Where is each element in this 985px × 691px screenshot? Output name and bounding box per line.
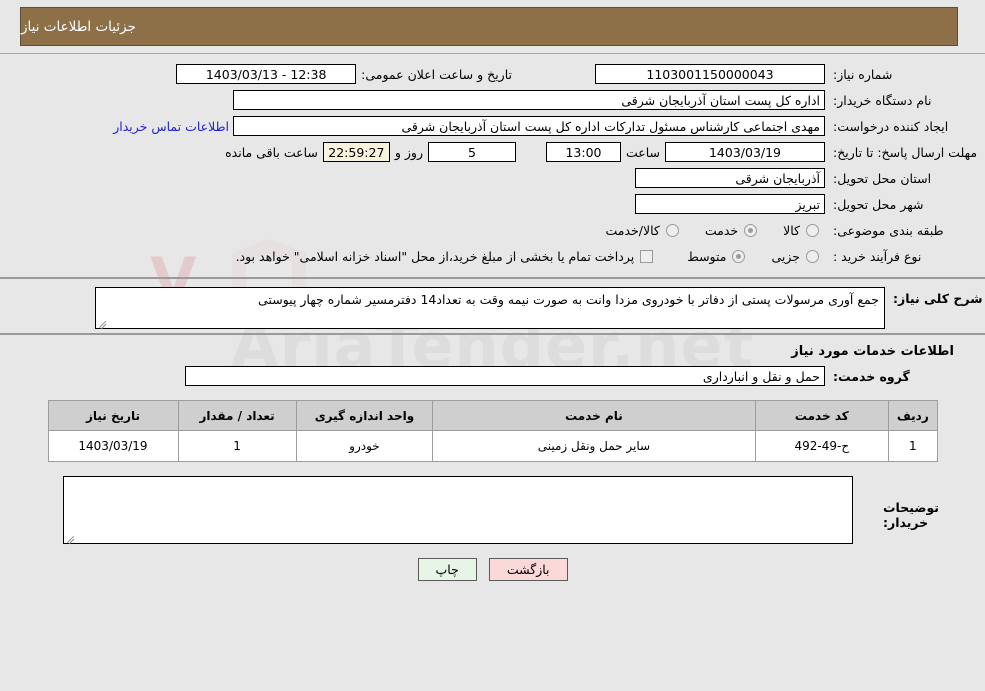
cell-date: 1403/03/19 bbox=[47, 430, 179, 462]
row-province: استان محل تحویل: آذربایجان شرقی bbox=[0, 167, 985, 189]
row-need-number: شماره نیاز: 1103001150000043 تاریخ و ساع… bbox=[0, 63, 985, 85]
description-value: جمع آوری مرسولات پستی از دفاتر با خودروی… bbox=[258, 292, 879, 307]
buyer-org-label: نام دستگاه خریدار: bbox=[833, 92, 932, 108]
back-button[interactable]: بازگشت bbox=[488, 558, 568, 581]
row-category: طبقه بندی موضوعی: کالا خدمت کالا/خدمت bbox=[0, 219, 985, 241]
remaining-suffix-label: ساعت باقی مانده bbox=[225, 144, 318, 160]
resize-grip-icon[interactable] bbox=[98, 317, 108, 327]
radio-category-kala-label: کالا bbox=[783, 222, 800, 238]
province-label: استان محل تحویل: bbox=[833, 170, 932, 186]
radio-category-khedmat-label: خدمت bbox=[704, 222, 739, 238]
print-button[interactable]: چاپ bbox=[417, 558, 477, 581]
row-description: شرح کلی نیاز: جمع آوری مرسولات پستی از د… bbox=[0, 287, 985, 329]
days-unit-label: روز و bbox=[394, 144, 423, 160]
page-root: جزئیات اطلاعات نیاز AriaTender.net V شما… bbox=[0, 0, 985, 691]
col-date: تاریخ نیاز bbox=[47, 400, 179, 431]
radio-category-kala-khedmat-label: کالا/خدمت bbox=[605, 222, 660, 238]
row-buyer-org: نام دستگاه خریدار: اداره کل پست استان آذ… bbox=[0, 89, 985, 111]
province-value: آذربایجان شرقی bbox=[635, 168, 825, 188]
creator-label: ایجاد کننده درخواست: bbox=[833, 118, 949, 134]
radio-process-jozei-label: جزیی bbox=[771, 248, 800, 264]
city-label: شهر محل تحویل: bbox=[833, 196, 924, 212]
services-table: ردیف کد خدمت نام خدمت واحد اندازه گیری ت… bbox=[47, 400, 938, 462]
col-radif: ردیف bbox=[888, 400, 938, 431]
col-quantity: تعداد / مقدار bbox=[177, 400, 297, 431]
cell-name: سایر حمل ونقل زمینی bbox=[432, 430, 756, 462]
checkbox-islamic-treasury[interactable] bbox=[640, 249, 654, 263]
buyer-notes-label: توضیحات خریدار: bbox=[883, 500, 939, 530]
page-title: جزئیات اطلاعات نیاز bbox=[21, 18, 136, 35]
radio-category-kala-khedmat[interactable] bbox=[665, 223, 679, 237]
creator-value: مهدی اجتماعی کارشناس مسئول تدارکات اداره… bbox=[233, 116, 825, 136]
page-header: جزئیات اطلاعات نیاز bbox=[20, 7, 958, 46]
resize-grip-icon-notes[interactable] bbox=[66, 532, 76, 542]
deadline-time: 13:00 bbox=[545, 142, 621, 162]
deadline-date: 1403/03/19 bbox=[665, 142, 825, 162]
need-number-value: 1103001150000043 bbox=[595, 64, 825, 84]
description-label: شرح کلی نیاز: bbox=[893, 291, 983, 306]
radio-category-khedmat[interactable] bbox=[744, 223, 758, 237]
row-process: نوع فرآیند خرید : جزیی متوسط پرداخت تمام… bbox=[0, 245, 985, 267]
cell-code: ح-49-492 bbox=[754, 430, 890, 462]
hour-label: ساعت bbox=[625, 144, 660, 160]
row-deadline: مهلت ارسال پاسخ: تا تاریخ: 1403/03/19 سا… bbox=[0, 141, 985, 163]
service-group-label: گروه خدمت: bbox=[833, 368, 910, 384]
description-textarea[interactable]: جمع آوری مرسولات پستی از دفاتر با خودروی… bbox=[95, 287, 885, 329]
days-remaining: 5 bbox=[427, 142, 516, 162]
announce-value: 12:38 - 1403/03/13 bbox=[176, 64, 357, 84]
announce-label: تاریخ و ساعت اعلان عمومی: bbox=[361, 66, 512, 82]
cell-quantity: 1 bbox=[177, 430, 297, 462]
col-unit: واحد اندازه گیری bbox=[295, 400, 434, 431]
radio-process-motevaset-label: متوسط bbox=[687, 248, 727, 264]
buyer-contact-link[interactable]: اطلاعات تماس خریدار bbox=[109, 119, 233, 134]
cell-unit: خودرو bbox=[295, 430, 434, 462]
need-description-section: شرح کلی نیاز: جمع آوری مرسولات پستی از د… bbox=[0, 279, 985, 335]
radio-process-motevaset[interactable] bbox=[732, 249, 746, 263]
radio-category-kala[interactable] bbox=[806, 223, 819, 237]
city-value: تبریز bbox=[635, 194, 825, 214]
row-creator: ایجاد کننده درخواست: مهدی اجتماعی کارشنا… bbox=[0, 115, 985, 137]
buyer-notes-textarea[interactable] bbox=[63, 476, 853, 544]
process-label: نوع فرآیند خرید : bbox=[833, 248, 922, 264]
form-panel: شماره نیاز: 1103001150000043 تاریخ و ساع… bbox=[0, 53, 985, 581]
category-label: طبقه بندی موضوعی: bbox=[833, 222, 944, 238]
table-row: 1 ح-49-492 سایر حمل ونقل زمینی خودرو 1 1… bbox=[47, 430, 938, 462]
time-remaining: 22:59:27 bbox=[322, 142, 390, 162]
row-service-group: گروه خدمت: حمل و نقل و انبارداری bbox=[0, 366, 985, 392]
col-code: کد خدمت bbox=[754, 400, 890, 431]
services-section: اطلاعات خدمات مورد نیاز گروه خدمت: حمل و… bbox=[0, 335, 985, 462]
buyer-org-value: اداره کل پست استان آذربایجان شرقی bbox=[233, 90, 825, 110]
action-buttons: بازگشت چاپ bbox=[0, 544, 985, 581]
buyer-notes-section: توضیحات خریدار: bbox=[0, 462, 985, 544]
row-city: شهر محل تحویل: تبریز bbox=[0, 193, 985, 215]
need-info-section: شماره نیاز: 1103001150000043 تاریخ و ساع… bbox=[0, 53, 985, 279]
deadline-label: مهلت ارسال پاسخ: تا تاریخ: bbox=[833, 144, 978, 160]
checkbox-islamic-treasury-label: پرداخت تمام یا بخشی از مبلغ خرید،از محل … bbox=[235, 248, 635, 264]
services-section-title: اطلاعات خدمات مورد نیاز bbox=[791, 344, 954, 359]
radio-process-jozei[interactable] bbox=[806, 249, 819, 263]
col-name: نام خدمت bbox=[432, 400, 756, 431]
cell-radif: 1 bbox=[888, 430, 938, 462]
table-header-row: ردیف کد خدمت نام خدمت واحد اندازه گیری ت… bbox=[47, 400, 938, 431]
need-number-label: شماره نیاز: bbox=[833, 66, 893, 82]
service-group-value: حمل و نقل و انبارداری bbox=[185, 366, 825, 386]
